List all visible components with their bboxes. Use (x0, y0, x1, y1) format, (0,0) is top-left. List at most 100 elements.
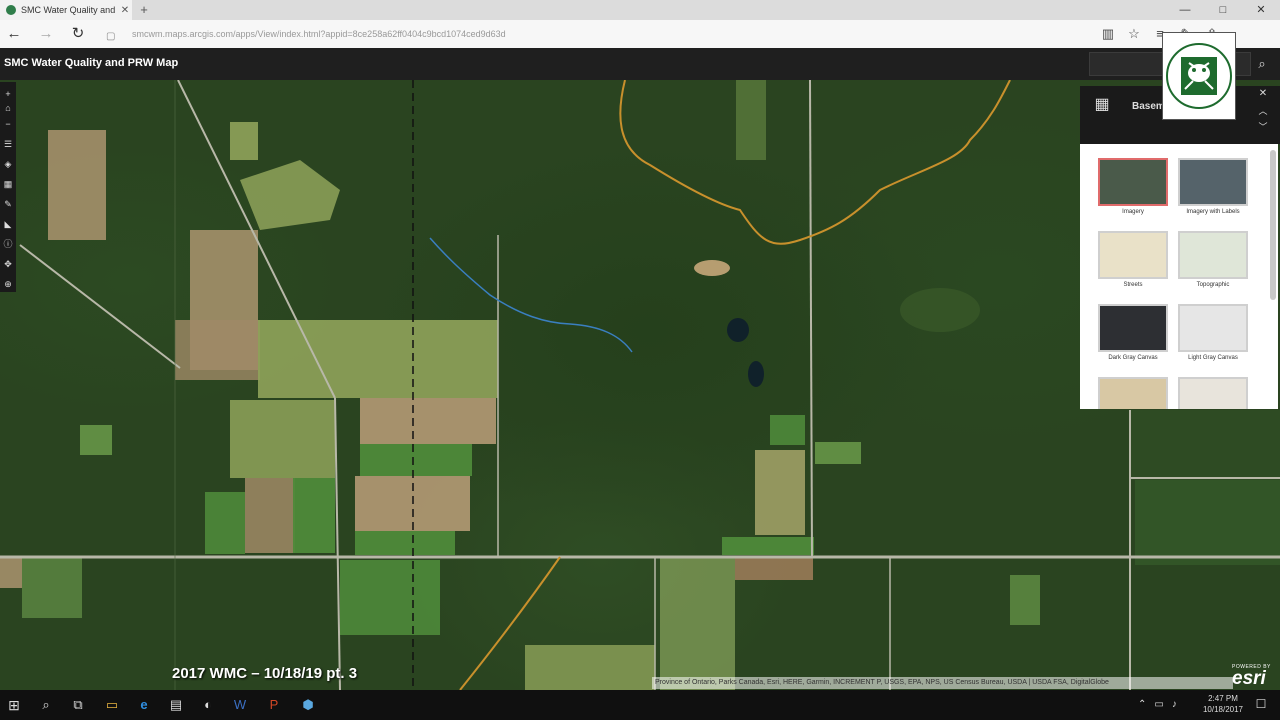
field (360, 398, 496, 444)
basemap-option[interactable]: Imagery (1098, 158, 1168, 215)
back-button[interactable]: ← (4, 24, 24, 44)
minimize-button[interactable]: — (1166, 0, 1204, 20)
browser-tab-bar: SMC Water Quality and ✕ + — □ ✕ (0, 0, 1280, 20)
search-icon[interactable]: ⌕ (1250, 52, 1274, 76)
address-bar[interactable]: ▢ smcwm.maps.arcgis.com/apps/View/index.… (106, 25, 986, 43)
map-tool-strip: + ⌂ − ☰ ◈ ▦ ✎ ◣ ⓘ ✥ ⊕ (0, 82, 16, 292)
tab-title: SMC Water Quality and (21, 5, 116, 15)
esri-brand-text: esri (1232, 668, 1266, 689)
basemap-thumbnail[interactable] (1098, 377, 1168, 409)
layers-icon[interactable]: ◈ (2, 158, 14, 170)
road (809, 80, 813, 558)
aswm-logo (1162, 32, 1236, 120)
list-icon[interactable]: ☰ (2, 138, 14, 150)
esri-logo: POWERED BY esri (1232, 664, 1271, 688)
locate-icon[interactable]: ✥ (2, 258, 14, 270)
aswm-seal-image (1166, 43, 1232, 109)
field (660, 558, 735, 690)
basemap-thumbnail[interactable] (1178, 231, 1248, 279)
basemap-option[interactable] (1178, 377, 1248, 409)
basemap-thumbnail[interactable] (1178, 304, 1248, 352)
clearing (694, 260, 730, 276)
basemap-thumbnail[interactable] (1098, 158, 1168, 206)
field (1130, 410, 1280, 480)
start-windows-icon[interactable]: ⊞ (4, 695, 24, 715)
basemap-option[interactable]: Streets (1098, 231, 1168, 288)
home-icon[interactable]: ⌂ (2, 102, 14, 114)
browser-tab[interactable]: SMC Water Quality and ✕ (0, 0, 132, 20)
close-window-button[interactable]: ✕ (1242, 0, 1280, 20)
url-text: smcwm.maps.arcgis.com/apps/View/index.ht… (132, 29, 506, 39)
wetland (900, 288, 980, 332)
page-icon: ▢ (106, 31, 116, 42)
tab-close-icon[interactable]: ✕ (118, 5, 132, 16)
volume-icon[interactable]: ♪ (1172, 695, 1177, 715)
field (736, 80, 766, 160)
field (22, 558, 82, 618)
task-view-icon[interactable]: ⧉ (68, 695, 88, 715)
forward-button[interactable]: → (36, 24, 56, 44)
chevron-up-icon[interactable]: ︿ (1257, 104, 1269, 117)
field (815, 442, 861, 464)
site-favicon-icon (6, 5, 16, 15)
field (293, 478, 335, 553)
app-header: SMC Water Quality and PRW Map ⌕ (0, 48, 1280, 80)
field (360, 444, 472, 476)
maximize-button[interactable]: □ (1204, 0, 1242, 20)
globe-icon[interactable]: ⊕ (2, 278, 14, 290)
basemap-option[interactable]: Dark Gray Canvas (1098, 304, 1168, 361)
app-icon-2[interactable]: ⬢ (298, 695, 318, 715)
basemap-gallery-icon[interactable]: ▦ (2, 178, 14, 190)
network-icon[interactable]: ▭ (1154, 695, 1163, 715)
basemap-panel-title: Basem (1132, 101, 1165, 112)
taskbar-clock[interactable]: 2:47 PM 10/18/2017 (1198, 693, 1248, 715)
field (355, 531, 455, 555)
basemap-thumbnail[interactable] (1178, 377, 1248, 409)
field (755, 450, 805, 535)
edge-browser-icon[interactable]: e (134, 695, 154, 715)
calculator-icon[interactable]: ▤ (166, 695, 186, 715)
measure-icon[interactable]: ◣ (2, 218, 14, 230)
basemap-thumbnail[interactable] (1098, 304, 1168, 352)
app-icon[interactable]: ◐ (198, 695, 218, 715)
pond (748, 361, 764, 387)
close-icon[interactable]: ✕ (1257, 88, 1269, 99)
pond (727, 318, 749, 342)
field (48, 130, 106, 240)
field (735, 558, 813, 580)
reading-view-icon[interactable]: ▥ (1100, 24, 1116, 44)
basemap-option-label: Topographic (1196, 282, 1230, 288)
clock-time: 2:47 PM (1208, 694, 1238, 703)
system-tray: ⌃ ▭ ♪ (1138, 695, 1177, 715)
field (258, 320, 498, 398)
basemap-option[interactable]: Imagery with Labels (1178, 158, 1248, 215)
basemap-option[interactable] (1098, 377, 1168, 409)
file-explorer-icon[interactable]: ▭ (102, 695, 122, 715)
field (722, 537, 814, 555)
zoom-in-icon[interactable]: + (2, 88, 14, 100)
basemap-thumbnail[interactable] (1178, 158, 1248, 206)
word-icon[interactable]: W (230, 695, 250, 715)
gallery-scrollbar[interactable] (1270, 150, 1276, 300)
notification-icon[interactable]: ☐ (1252, 695, 1270, 713)
edit-icon[interactable]: ✎ (2, 198, 14, 210)
favorite-star-icon[interactable]: ☆ (1126, 24, 1142, 44)
chevron-down-icon[interactable]: ﹀ (1257, 120, 1269, 133)
map-attribution: Province of Ontario, Parks Canada, Esri,… (652, 677, 1233, 689)
field (770, 415, 805, 445)
basemap-grid-icon: ▦ (1094, 96, 1110, 113)
field (175, 320, 260, 380)
chevron-up-icon[interactable]: ⌃ (1138, 695, 1146, 715)
field (1135, 480, 1280, 565)
basemap-option-label: Imagery with Labels (1186, 209, 1240, 215)
basemap-option[interactable]: Topographic (1178, 231, 1248, 288)
powerpoint-icon[interactable]: P (264, 695, 284, 715)
field (230, 122, 258, 160)
search-icon[interactable]: ⌕ (36, 695, 56, 715)
refresh-button[interactable]: ↻ (68, 24, 88, 44)
new-tab-button[interactable]: + (136, 1, 152, 19)
basemap-option[interactable]: Light Gray Canvas (1178, 304, 1248, 361)
info-icon[interactable]: ⓘ (2, 238, 14, 250)
zoom-out-icon[interactable]: − (2, 118, 14, 130)
basemap-thumbnail[interactable] (1098, 231, 1168, 279)
